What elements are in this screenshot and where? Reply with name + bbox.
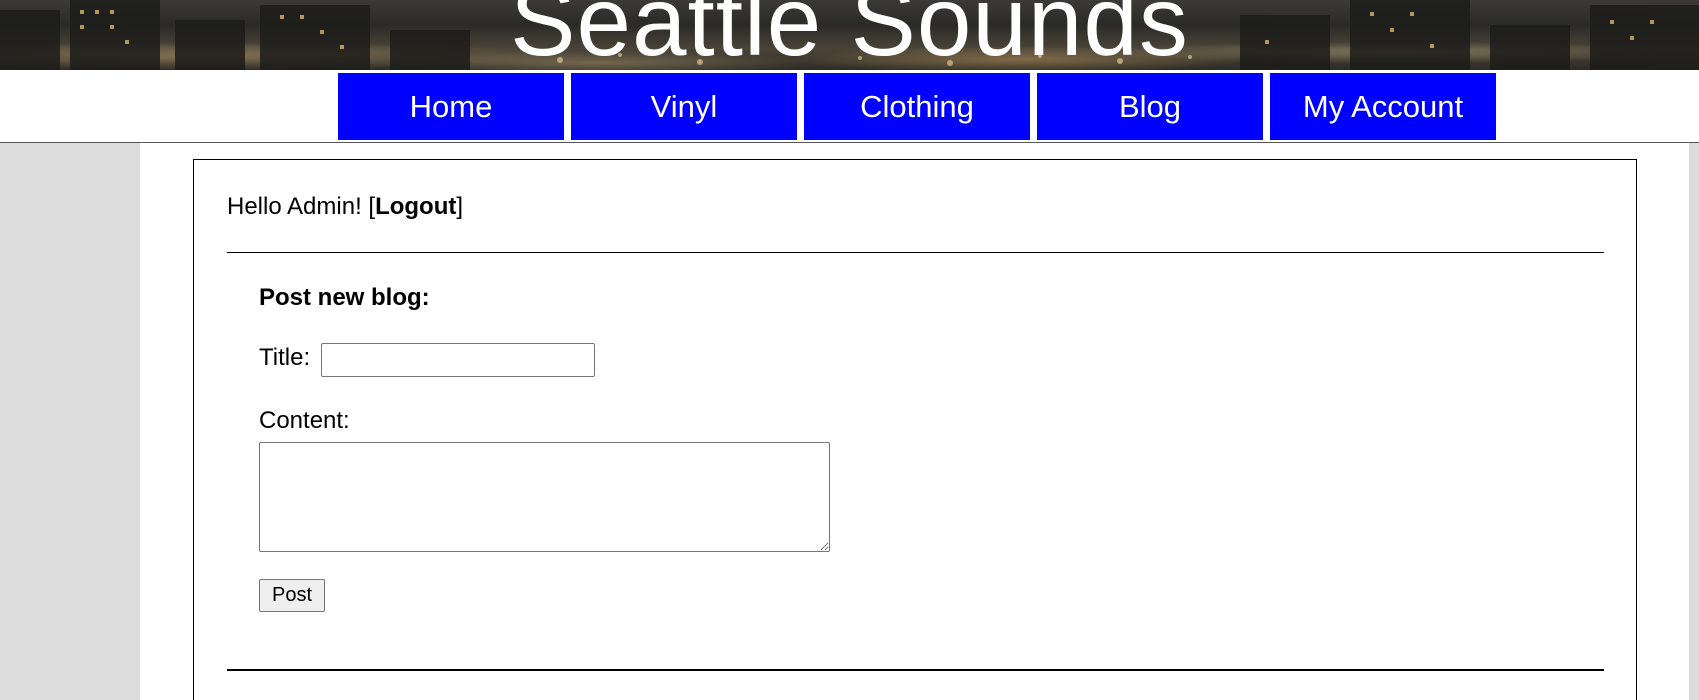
content-column: Hello Admin! [Logout] Post new blog: Tit… (140, 143, 1689, 700)
content-label: Content: (259, 407, 350, 434)
greeting-end-bracket: ] (456, 193, 464, 220)
blog-content-textarea[interactable] (259, 442, 830, 552)
post-blog-heading: Post new blog: (259, 284, 430, 311)
nav-item-home[interactable]: Home (338, 73, 564, 140)
nav-item-my-account[interactable]: My Account (1270, 73, 1496, 140)
greeting-text: Hello Admin! [ (227, 193, 376, 220)
site-title: Seattle Sounds (510, 0, 1189, 70)
page-body: Hello Admin! [Logout] Post new blog: Tit… (0, 143, 1699, 700)
site-banner: Seattle Sounds (0, 0, 1699, 70)
divider-top (227, 252, 1604, 253)
nav-list: Home Vinyl Clothing Blog My Account (338, 73, 1496, 140)
blog-title-input[interactable] (321, 343, 595, 377)
logout-link[interactable]: Logout (375, 193, 456, 220)
nav-item-clothing[interactable]: Clothing (804, 73, 1030, 140)
admin-panel: Hello Admin! [Logout] Post new blog: Tit… (193, 159, 1637, 700)
post-button[interactable]: Post (259, 579, 325, 612)
nav-item-blog[interactable]: Blog (1037, 73, 1263, 140)
nav-item-vinyl[interactable]: Vinyl (571, 73, 797, 140)
divider-bottom (227, 669, 1604, 671)
main-navbar: Home Vinyl Clothing Blog My Account (0, 70, 1699, 143)
admin-greeting: Hello Admin! [Logout] (227, 192, 463, 222)
title-label: Title: (259, 344, 311, 371)
